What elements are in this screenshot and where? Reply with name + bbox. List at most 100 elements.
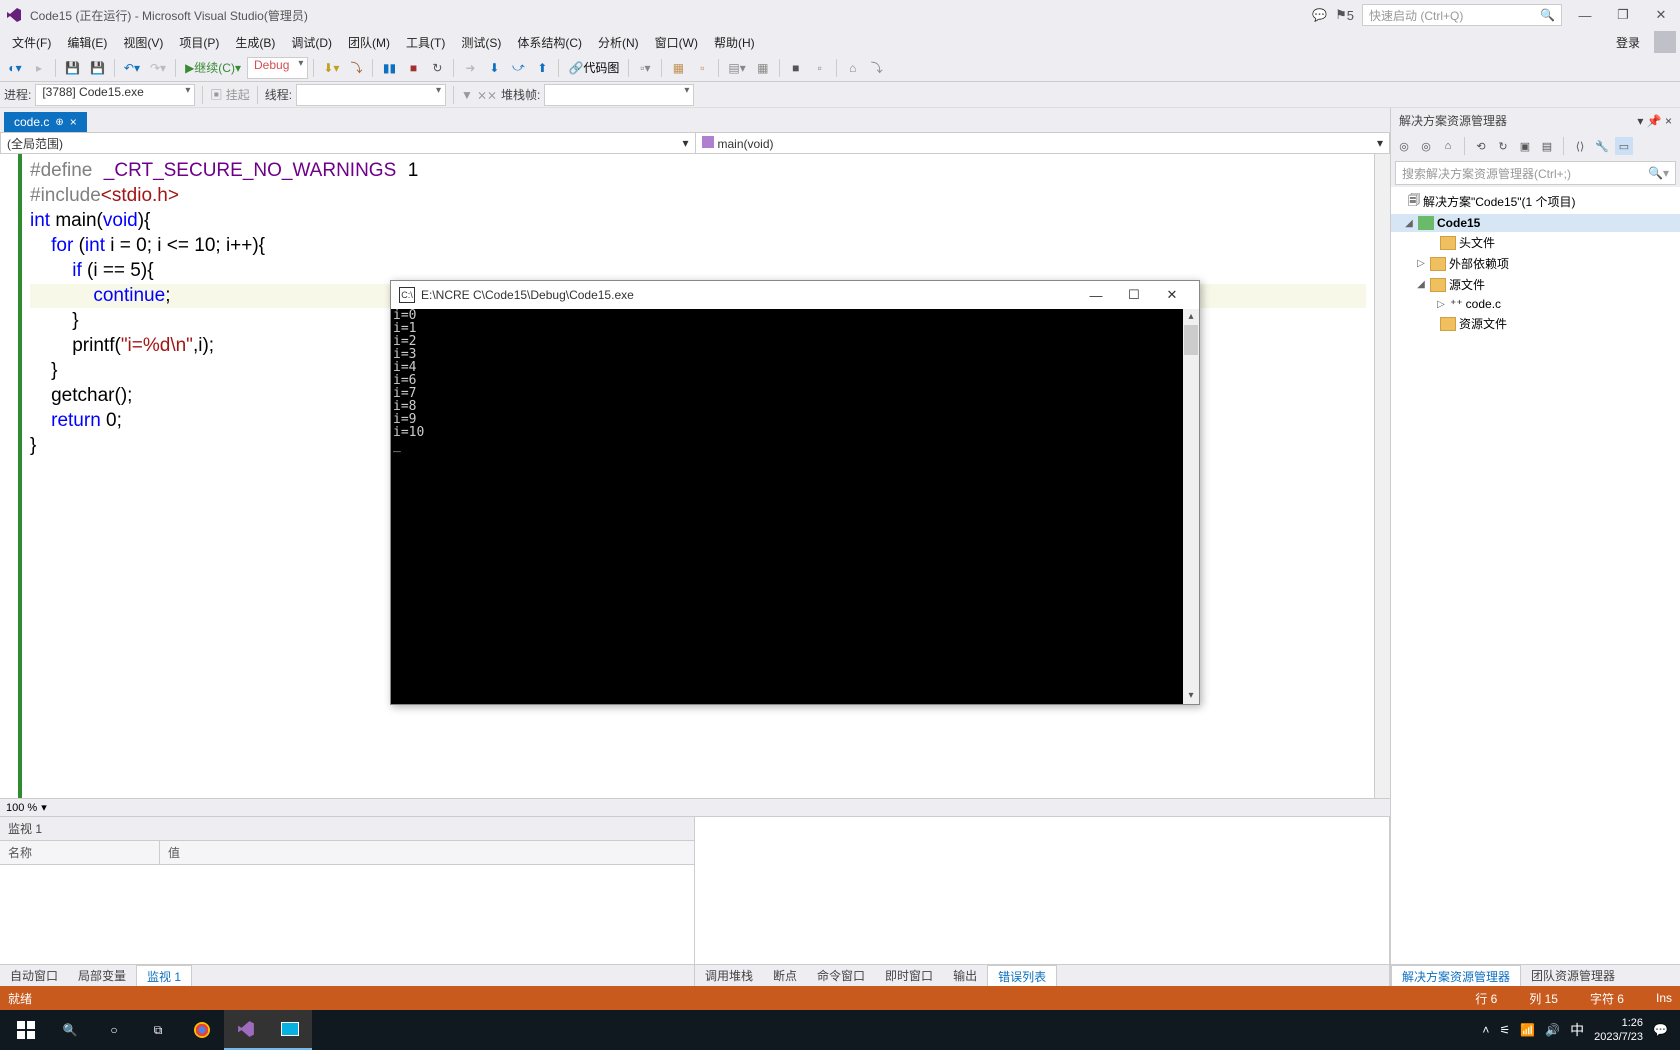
console-window[interactable]: C:\ E:\NCRE C\Code15\Debug\Code15.exe — …: [390, 280, 1200, 705]
tab-watch1[interactable]: 监视 1: [136, 965, 192, 987]
project-node[interactable]: ◢ Code15: [1391, 214, 1680, 232]
menu-help[interactable]: 帮助(H): [706, 31, 763, 54]
external-folder[interactable]: ▷ 外部依赖项: [1391, 253, 1680, 274]
menu-window[interactable]: 窗口(W): [647, 31, 706, 54]
suspend-button[interactable]: ▣ 挂起: [210, 86, 249, 103]
tab-breakpoints[interactable]: 断点: [763, 965, 807, 986]
tab-solution-explorer[interactable]: 解决方案资源管理器: [1391, 965, 1521, 986]
se-showall-button[interactable]: ▤: [1538, 137, 1556, 155]
console-output[interactable]: i=0 i=1 i=2 i=3 i=4 i=6 i=7 i=8 i=9 i=10…: [391, 309, 1183, 704]
source-file-node[interactable]: ▷⁺⁺ code.c: [1391, 295, 1680, 313]
close-icon[interactable]: ×: [1665, 114, 1672, 128]
resource-folder[interactable]: 资源文件: [1391, 313, 1680, 334]
misc-button-5[interactable]: ▦: [752, 57, 774, 79]
solution-node[interactable]: 🗐 解决方案"Code15"(1 个项目): [1391, 189, 1680, 214]
console-taskbar-button[interactable]: [268, 1010, 312, 1050]
config-combo[interactable]: Debug: [247, 57, 308, 79]
close-button[interactable]: ✕: [1646, 3, 1676, 27]
source-folder[interactable]: ◢ 源文件: [1391, 274, 1680, 295]
tab-callstack[interactable]: 调用堆栈: [695, 965, 763, 986]
filter-icon[interactable]: ▼: [461, 88, 473, 102]
ime-indicator[interactable]: 中: [1570, 1020, 1584, 1040]
tab-output[interactable]: 输出: [943, 965, 987, 986]
se-properties-button[interactable]: 🔧: [1593, 137, 1611, 155]
solution-tree[interactable]: 🗐 解决方案"Code15"(1 个项目) ◢ Code15 头文件 ▷ 外部依…: [1391, 187, 1680, 964]
menu-build[interactable]: 生成(B): [227, 31, 283, 54]
stop-button[interactable]: ■: [402, 57, 424, 79]
misc-button-9[interactable]: ⤵: [866, 57, 888, 79]
menu-test[interactable]: 测试(S): [453, 31, 509, 54]
headers-folder[interactable]: 头文件: [1391, 232, 1680, 253]
scroll-up-icon[interactable]: ▴: [1183, 309, 1199, 325]
tab-locals[interactable]: 局部变量: [68, 965, 136, 986]
tab-close-icon[interactable]: ×: [70, 115, 77, 129]
se-fwd-button[interactable]: ◎: [1417, 137, 1435, 155]
pin-icon[interactable]: 📌: [1647, 114, 1662, 128]
step-button-1[interactable]: ⬇▾: [319, 57, 343, 79]
misc-button-3[interactable]: ▫: [691, 57, 713, 79]
cortana-button[interactable]: ○: [92, 1010, 136, 1050]
menu-view[interactable]: 视图(V): [115, 31, 171, 54]
step-out-button[interactable]: ⬆: [531, 57, 553, 79]
misc-button-4[interactable]: ▤▾: [724, 57, 749, 79]
member-combo[interactable]: main(void)▾: [696, 133, 1390, 153]
thread-icon[interactable]: ⨯⨯: [477, 88, 497, 102]
tray-expand-icon[interactable]: ˄: [1482, 1023, 1489, 1037]
misc-button-8[interactable]: ⌂: [842, 57, 864, 79]
show-next-statement-button[interactable]: ➜: [459, 57, 481, 79]
search-button[interactable]: 🔍: [48, 1010, 92, 1050]
chrome-button[interactable]: [180, 1010, 224, 1050]
menu-edit[interactable]: 编辑(E): [59, 31, 115, 54]
step-over-button[interactable]: ⤻: [507, 57, 529, 79]
process-combo[interactable]: [3788] Code15.exe: [35, 84, 195, 106]
quick-launch-input[interactable]: 快速启动 (Ctrl+Q) 🔍: [1362, 4, 1562, 26]
notifications-button[interactable]: 💬: [1653, 1023, 1668, 1037]
se-view-button[interactable]: ▭: [1615, 137, 1633, 155]
menu-team[interactable]: 团队(M): [340, 31, 398, 54]
tab-autos[interactable]: 自动窗口: [0, 965, 68, 986]
notifications-icon[interactable]: 💬: [1312, 8, 1327, 22]
watch-col-value[interactable]: 值: [160, 841, 188, 864]
console-maximize-button[interactable]: ☐: [1115, 287, 1153, 303]
console-scrollbar[interactable]: ▴ ▾: [1183, 309, 1199, 704]
tab-team-explorer[interactable]: 团队资源管理器: [1521, 965, 1625, 986]
avatar-icon[interactable]: [1654, 31, 1676, 53]
misc-button-7[interactable]: ▫: [809, 57, 831, 79]
se-back-button[interactable]: ◎: [1395, 137, 1413, 155]
console-minimize-button[interactable]: —: [1077, 288, 1115, 303]
wifi-icon[interactable]: 📶: [1520, 1023, 1535, 1037]
save-button[interactable]: 💾: [61, 57, 84, 79]
menu-analyze[interactable]: 分析(N): [590, 31, 647, 54]
se-sync-button[interactable]: ⟲: [1472, 137, 1490, 155]
undo-button[interactable]: ↶▾: [120, 57, 144, 79]
tab-errorlist[interactable]: 错误列表: [987, 965, 1057, 987]
editor-scrollbar[interactable]: [1374, 154, 1390, 798]
taskview-button[interactable]: ⧉: [136, 1010, 180, 1050]
tab-command[interactable]: 命令窗口: [807, 965, 875, 986]
restart-button[interactable]: ↻: [426, 57, 448, 79]
file-tab-code-c[interactable]: code.c ⊕ ×: [4, 112, 87, 132]
menu-tools[interactable]: 工具(T): [398, 31, 453, 54]
restore-button[interactable]: ❐: [1608, 3, 1638, 27]
nav-forward-button[interactable]: ▸: [28, 57, 50, 79]
scroll-down-icon[interactable]: ▾: [1183, 688, 1199, 704]
se-refresh-button[interactable]: ↻: [1494, 137, 1512, 155]
console-close-button[interactable]: ✕: [1153, 287, 1191, 303]
se-collapse-button[interactable]: ▣: [1516, 137, 1534, 155]
watch-col-name[interactable]: 名称: [0, 841, 160, 864]
save-all-button[interactable]: 💾: [86, 57, 109, 79]
misc-button-2[interactable]: ▦: [667, 57, 689, 79]
codemap-button[interactable]: 🔗 代码图: [564, 57, 623, 79]
minimize-button[interactable]: —: [1570, 3, 1600, 27]
menu-debug[interactable]: 调试(D): [283, 31, 340, 54]
menu-file[interactable]: 文件(F): [4, 31, 59, 54]
stackframe-combo[interactable]: [544, 84, 694, 106]
chevron-down-icon[interactable]: ▾: [41, 801, 47, 814]
visualstudio-button[interactable]: [224, 1010, 268, 1050]
continue-button[interactable]: ▶ 继续(C) ▾: [181, 57, 245, 79]
misc-button-1[interactable]: ▫▾: [634, 57, 656, 79]
thread-combo[interactable]: [296, 84, 446, 106]
solution-explorer-search[interactable]: 搜索解决方案资源管理器(Ctrl+;) 🔍▾: [1395, 161, 1676, 185]
menu-arch[interactable]: 体系结构(C): [509, 31, 590, 54]
volume-icon[interactable]: 🔊: [1545, 1023, 1560, 1037]
